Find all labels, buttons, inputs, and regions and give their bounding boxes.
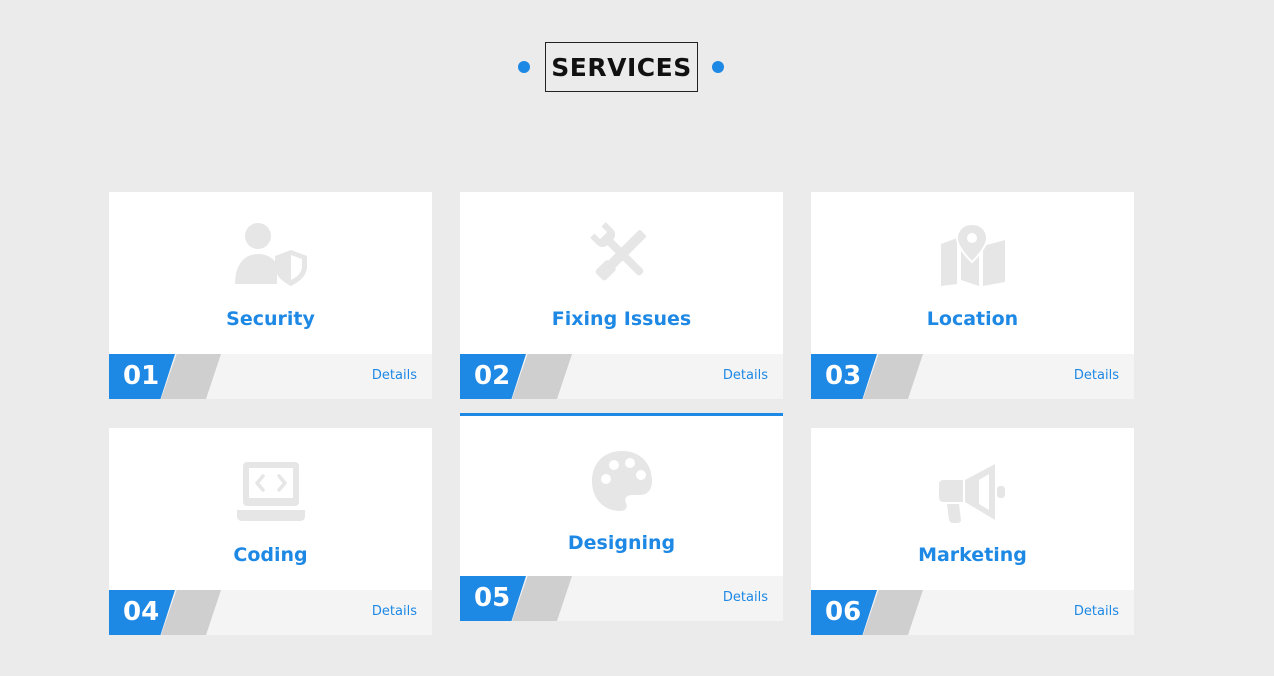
service-name: Location xyxy=(926,308,1019,330)
service-name: Marketing xyxy=(918,544,1027,566)
card-footer: 06 Details xyxy=(811,590,1134,635)
service-name: Designing xyxy=(567,532,676,554)
card-footer: 01 Details xyxy=(109,354,432,399)
service-name: Security xyxy=(226,308,315,330)
user-shield-icon xyxy=(233,222,309,286)
tools-icon xyxy=(584,222,660,286)
card-footer: 03 Details xyxy=(811,354,1134,399)
service-card-designing[interactable]: Designing 05 Details xyxy=(460,413,783,621)
card-footer: 04 Details xyxy=(109,590,432,635)
service-card-location[interactable]: Location 03 Details xyxy=(811,192,1134,399)
map-location-icon xyxy=(935,222,1011,286)
service-card-fixing-issues[interactable]: Fixing Issues 02 Details xyxy=(460,192,783,399)
details-link[interactable]: Details xyxy=(372,368,417,383)
card-footer: 05 Details xyxy=(460,576,783,621)
details-link[interactable]: Details xyxy=(1074,368,1119,383)
details-link[interactable]: Details xyxy=(372,604,417,619)
palette-icon xyxy=(584,449,660,513)
service-card-security[interactable]: Security 01 Details xyxy=(109,192,432,399)
service-card-coding[interactable]: Coding 04 Details xyxy=(109,428,432,635)
megaphone-icon xyxy=(935,460,1011,524)
service-name: Fixing Issues xyxy=(551,308,692,330)
laptop-code-icon xyxy=(233,460,309,524)
service-card-marketing[interactable]: Marketing 06 Details xyxy=(811,428,1134,635)
section-title: SERVICES xyxy=(545,42,698,92)
title-dot-right xyxy=(712,61,724,73)
title-dot-left xyxy=(518,61,530,73)
service-name: Coding xyxy=(233,544,308,566)
section-header: SERVICES xyxy=(0,42,1274,92)
details-link[interactable]: Details xyxy=(723,368,768,383)
details-link[interactable]: Details xyxy=(1074,604,1119,619)
details-link[interactable]: Details xyxy=(723,590,768,605)
card-footer: 02 Details xyxy=(460,354,783,399)
